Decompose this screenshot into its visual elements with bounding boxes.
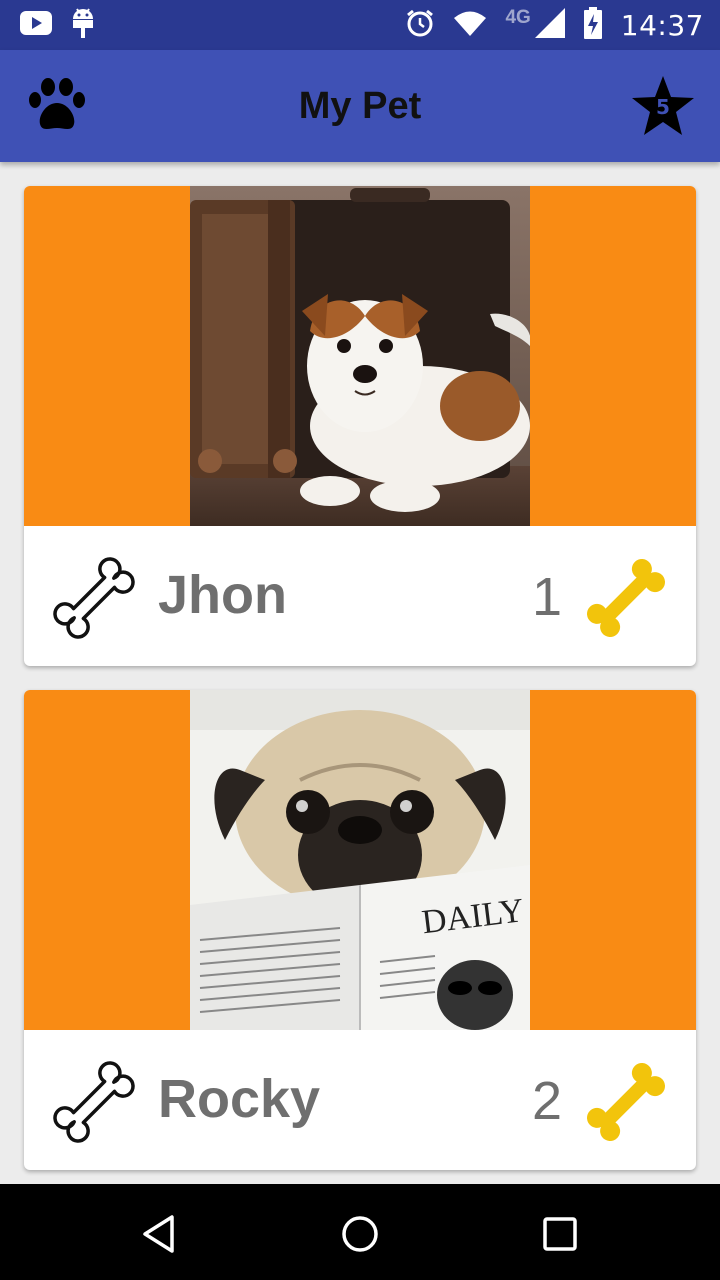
pet-photo-area	[24, 186, 696, 526]
wifi-icon	[453, 10, 487, 41]
pet-photo: DAILY	[190, 690, 530, 1030]
network-type-label: 4G	[505, 7, 531, 28]
bone-gold-icon	[584, 556, 668, 640]
pet-name: Rocky	[158, 1069, 321, 1129]
star-count: 5	[656, 95, 670, 119]
home-icon[interactable]	[336, 1210, 384, 1258]
navigation-bar	[0, 1184, 720, 1280]
bone-count: 2	[531, 1071, 562, 1131]
battery-charging-icon	[583, 6, 603, 44]
pet-photo	[190, 186, 530, 526]
cell-signal-icon	[534, 7, 565, 43]
app-bar: My Pet 5	[0, 50, 720, 162]
alarm-icon	[405, 8, 435, 43]
pet-card[interactable]: Jhon 1	[24, 186, 696, 666]
pet-card-footer: Jhon 1	[24, 526, 696, 666]
pet-card-footer: Rocky 2	[24, 1030, 696, 1170]
bone-outline-icon[interactable]	[52, 1060, 136, 1144]
back-icon[interactable]	[136, 1210, 184, 1258]
bone-outline-icon[interactable]	[52, 556, 136, 640]
youtube-icon	[20, 10, 52, 40]
pet-photo-area: DAILY	[24, 690, 696, 1030]
bone-count: 1	[531, 567, 562, 627]
android-debug-icon	[70, 7, 96, 44]
pet-name: Jhon	[158, 565, 287, 625]
app-title: My Pet	[298, 85, 422, 127]
bone-gold-icon	[584, 1060, 668, 1144]
pet-card[interactable]: DAILY Rocky 2	[24, 690, 696, 1170]
status-time: 14:37	[620, 8, 704, 42]
status-bar: 4G 14:37	[0, 0, 720, 50]
star-icon[interactable]: 5	[630, 74, 696, 140]
recent-apps-icon[interactable]	[536, 1210, 584, 1258]
